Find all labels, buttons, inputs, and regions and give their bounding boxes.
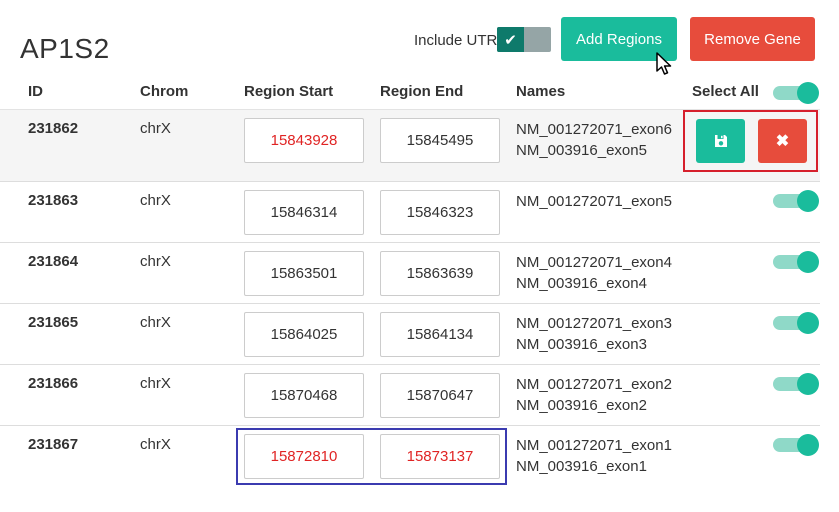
table-row: 231865 chrX NM_001272071_exon3 NM_003916… bbox=[0, 303, 820, 364]
row-names: NM_001272071_exon1 NM_003916_exon1 bbox=[516, 435, 672, 477]
table-row: 231864 chrX NM_001272071_exon4 NM_003916… bbox=[0, 242, 820, 303]
row-names: NM_001272071_exon5 bbox=[516, 191, 672, 212]
row-names: NM_001272071_exon4 NM_003916_exon4 bbox=[516, 252, 672, 294]
region-name: NM_003916_exon5 bbox=[516, 142, 647, 159]
region-start-input[interactable] bbox=[244, 373, 364, 418]
remove-gene-button[interactable]: Remove Gene bbox=[690, 17, 815, 61]
row-select-toggle[interactable] bbox=[773, 373, 819, 395]
row-chrom: chrX bbox=[140, 436, 171, 453]
header-names: Names bbox=[516, 83, 566, 100]
header-region-end: Region End bbox=[380, 83, 464, 100]
check-icon: ✔ bbox=[497, 27, 524, 52]
region-end-input[interactable] bbox=[380, 312, 500, 357]
include-utr-toggle[interactable]: ✔ bbox=[497, 27, 551, 52]
row-chrom: chrX bbox=[140, 192, 171, 209]
region-start-input[interactable] bbox=[244, 312, 364, 357]
region-start-input[interactable] bbox=[244, 118, 364, 163]
row-id: 231863 bbox=[28, 192, 79, 209]
row-id: 231865 bbox=[28, 314, 79, 331]
region-start-input[interactable] bbox=[244, 190, 364, 235]
row-select-toggle[interactable] bbox=[773, 434, 819, 456]
invalid-range-highlight bbox=[236, 428, 507, 485]
table-row: 231862 chrX NM_001272071_exon6 NM_003916… bbox=[0, 109, 820, 181]
region-end-input[interactable] bbox=[380, 190, 500, 235]
row-names: NM_001272071_exon6 NM_003916_exon5 bbox=[516, 119, 672, 161]
region-name: NM_003916_exon3 bbox=[516, 336, 647, 353]
row-id: 231862 bbox=[28, 120, 79, 137]
row-id: 231867 bbox=[28, 436, 79, 453]
row-names: NM_001272071_exon2 NM_003916_exon2 bbox=[516, 374, 672, 416]
region-end-input[interactable] bbox=[380, 373, 500, 418]
table-header: ID Chrom Region Start Region End Names S… bbox=[0, 80, 839, 106]
delete-row-button[interactable]: ✖ bbox=[758, 119, 807, 163]
save-row-button[interactable] bbox=[696, 119, 745, 163]
floppy-disk-icon bbox=[714, 135, 727, 147]
row-select-toggle[interactable] bbox=[773, 190, 819, 212]
include-utr-label: Include UTR bbox=[414, 32, 498, 49]
region-name: NM_001272071_exon6 bbox=[516, 121, 672, 138]
row-names: NM_001272071_exon3 NM_003916_exon3 bbox=[516, 313, 672, 355]
table-row: 231863 chrX NM_001272071_exon5 bbox=[0, 181, 820, 242]
header-chrom: Chrom bbox=[140, 83, 189, 100]
region-name: NM_001272071_exon4 bbox=[516, 254, 672, 271]
table-row: 231866 chrX NM_001272071_exon2 NM_003916… bbox=[0, 364, 820, 425]
row-id: 231866 bbox=[28, 375, 79, 392]
toolbar: Include UTR ✔ Add Regions Remove Gene bbox=[0, 17, 839, 61]
row-chrom: chrX bbox=[140, 253, 171, 270]
region-start-input[interactable] bbox=[244, 251, 364, 296]
region-name: NM_001272071_exon2 bbox=[516, 376, 672, 393]
header-select-all: Select All bbox=[692, 83, 759, 100]
region-name: NM_003916_exon2 bbox=[516, 397, 647, 414]
header-region-start: Region Start bbox=[244, 83, 334, 100]
region-name: NM_003916_exon1 bbox=[516, 458, 647, 475]
region-name: NM_003916_exon4 bbox=[516, 275, 647, 292]
row-select-toggle[interactable] bbox=[773, 312, 819, 334]
region-name: NM_001272071_exon3 bbox=[516, 315, 672, 332]
row-chrom: chrX bbox=[140, 120, 171, 137]
row-select-toggle[interactable] bbox=[773, 251, 819, 273]
region-name: NM_001272071_exon1 bbox=[516, 437, 672, 454]
row-chrom: chrX bbox=[140, 314, 171, 331]
row-edit-actions: ✖ bbox=[683, 110, 818, 172]
region-end-input[interactable] bbox=[380, 118, 500, 163]
row-chrom: chrX bbox=[140, 375, 171, 392]
region-name: NM_001272071_exon5 bbox=[516, 193, 672, 210]
row-id: 231864 bbox=[28, 253, 79, 270]
select-all-toggle[interactable] bbox=[773, 82, 819, 104]
mouse-pointer-icon bbox=[656, 52, 672, 75]
region-end-input[interactable] bbox=[380, 251, 500, 296]
header-id: ID bbox=[28, 83, 43, 100]
times-icon: ✖ bbox=[775, 133, 790, 150]
